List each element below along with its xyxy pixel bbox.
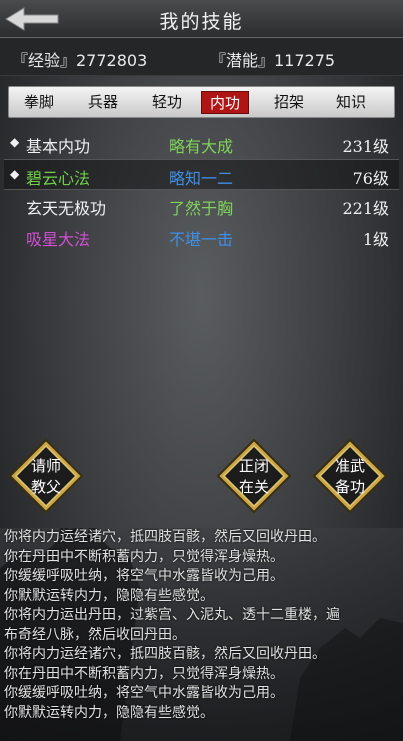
tab-5[interactable]: 知识: [327, 91, 375, 114]
skill-row[interactable]: 吸星大法 不堪一击 1级: [4, 221, 399, 252]
skill-row[interactable]: ◆ 碧云心法 略知一二 76级: [4, 159, 399, 190]
tab-1[interactable]: 兵器: [79, 91, 127, 114]
potential-value: 『潜能』117275: [210, 51, 336, 70]
log-line: 你将内力运经诸穴，抵四肢百骸，然后又回收丹田。: [4, 646, 326, 662]
skill-rank: 了然于胸: [169, 199, 234, 218]
message-log[interactable]: 你将内力运经诸穴，抵四肢百骸，然后又回收丹田。 你在丹田中不断积蓄内力，只觉得浑身…: [0, 528, 403, 741]
log-line: 布奇经八脉，然后收回丹田。: [4, 626, 186, 643]
ask-teacher-label-1: 请师: [30, 457, 61, 475]
skill-row[interactable]: ◆ 基本内功 略有大成 231级: [4, 128, 399, 159]
skill-category-tabs: 拳脚 兵器 轻功 内功 招架 知识: [8, 86, 395, 118]
skill-name: 玄天无极功: [26, 199, 107, 218]
log-line: 你在丹田中不断积蓄内力，只觉得浑身燥热。: [4, 548, 284, 565]
skill-name: 吸星大法: [26, 230, 91, 249]
retreat-label-1: 正闭: [238, 457, 269, 475]
log-line: 你将内力运出丹田，过紫宫、入泥丸、透十二重楼，遍: [4, 607, 340, 623]
log-line: 你默默运转内力，隐隐有些感觉。: [4, 704, 214, 721]
prepare-skill-label-2: 备功: [334, 478, 365, 496]
log-line: 你默默运转内力，隐隐有些感觉。: [4, 587, 214, 604]
equipped-marker-icon: ◆: [10, 167, 20, 181]
tab-2[interactable]: 轻功: [143, 91, 191, 114]
log-line: 你在丹田中不断积蓄内力，只觉得浑身燥热。: [4, 665, 284, 682]
experience-value: 『经验』2772803: [12, 51, 148, 70]
skill-list: ◆ 基本内功 略有大成 231级 ◆ 碧云心法 略知一二 76级玄天无极功 了然于胸 221级吸星…: [4, 128, 399, 252]
log-line: 你缓缓呼吸吐纳，将空气中水露皆收为己用。: [4, 685, 284, 701]
log-line: 你缓缓呼吸吐纳，将空气中水露皆收为己用。: [4, 568, 284, 584]
skills-screen: 我的技能 『经验』2772803 『潜能』117275 拳脚 兵器 轻功 内功 招架 知识…: [0, 0, 403, 741]
retreat-button[interactable]: 正闭 在关: [216, 438, 292, 514]
stats-bar: 『经验』2772803 『潜能』117275: [0, 38, 403, 76]
header-bar: 我的技能: [0, 0, 403, 38]
skill-row[interactable]: 玄天无极功 了然于胸 221级: [4, 190, 399, 221]
skill-level: 231级: [342, 137, 389, 156]
skill-name: 碧云心法: [26, 169, 91, 188]
ask-teacher-button[interactable]: 请师 教父: [8, 438, 84, 514]
skill-name: 基本内功: [26, 137, 91, 156]
skill-rank: 略有大成: [169, 137, 234, 156]
tab-4[interactable]: 招架: [265, 91, 313, 114]
equipped-marker-icon: ◆: [10, 135, 20, 149]
skill-level: 221级: [342, 199, 389, 218]
page-title: 我的技能: [159, 11, 244, 33]
skill-rank: 不堪一击: [169, 230, 234, 249]
prepare-skill-label-1: 准武: [334, 457, 365, 475]
retreat-label-2: 在关: [238, 478, 269, 496]
skill-level: 76级: [352, 169, 389, 188]
tab-0[interactable]: 拳脚: [15, 91, 63, 114]
ask-teacher-label-2: 教父: [30, 478, 61, 496]
message-log-text: 你将内力运经诸穴，抵四肢百骸，然后又回收丹田。 你在丹田中不断积蓄内力，只觉得浑身…: [0, 528, 400, 723]
tab-3[interactable]: 内功: [201, 91, 249, 114]
skill-level: 1级: [362, 230, 389, 249]
log-line: 你将内力运经诸穴，抵四肢百骸，然后又回收丹田。: [4, 529, 326, 545]
skill-rank: 略知一二: [169, 169, 234, 188]
prepare-skill-button[interactable]: 准武 备功: [312, 438, 388, 514]
